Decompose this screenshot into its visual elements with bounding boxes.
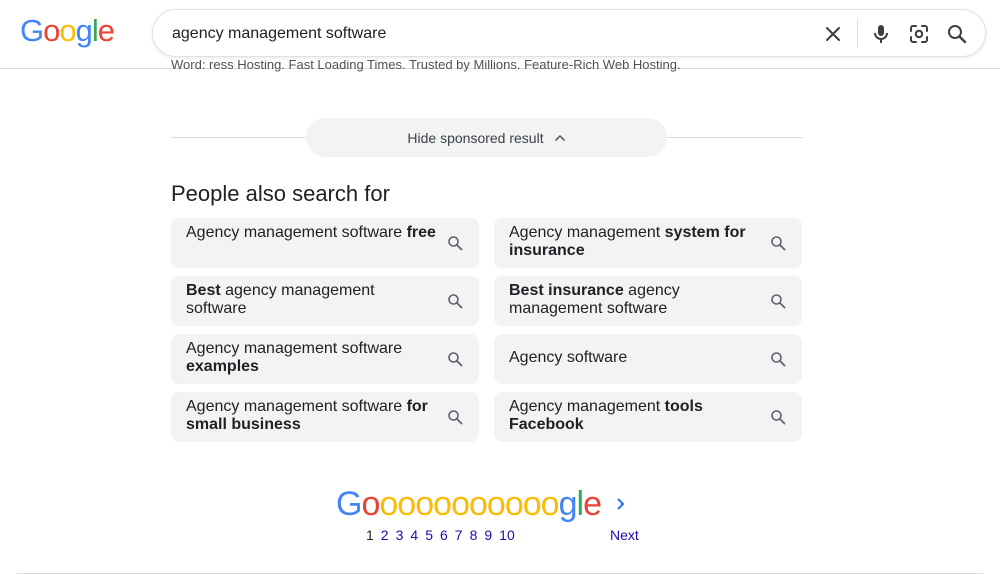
page-link[interactable]: 3	[396, 527, 404, 543]
pagination-numbers: 1 2 3 4 5 6 7 8 9 10	[366, 527, 522, 543]
bottom-divider	[17, 573, 983, 574]
page-link[interactable]: 7	[455, 527, 463, 543]
current-page: 1	[366, 527, 374, 543]
pagination-logo-letter: o	[486, 485, 506, 523]
chevron-up-icon	[554, 134, 565, 141]
logo-letter: G	[20, 13, 44, 48]
page-link[interactable]: 6	[440, 527, 448, 543]
related-search-chip[interactable]: Best insurance agency management softwar…	[494, 276, 802, 326]
pagination-logo-letter: o	[504, 485, 524, 523]
page-link[interactable]: 10	[499, 527, 515, 543]
divider-left	[171, 137, 306, 138]
pagination-logo-letter: o	[451, 485, 470, 523]
lens-icon[interactable]	[907, 22, 931, 46]
related-search-text: Agency management software free	[186, 224, 436, 242]
hide-sponsored-button[interactable]: Hide sponsored result	[306, 118, 667, 157]
pagination-logo-letter: o	[433, 485, 452, 523]
related-search-chip[interactable]: Agency management system for insurance	[494, 218, 802, 268]
next-page-link[interactable]: Next	[610, 527, 639, 543]
search-results-page: Google Word: ress Hosting. Fast Lo	[0, 0, 1000, 575]
related-search-chip[interactable]: Agency management software for small bus…	[171, 392, 479, 442]
related-search-text: Agency management software examples	[186, 340, 436, 376]
header-bar: Google	[0, 0, 1000, 69]
search-input[interactable]	[172, 23, 792, 45]
related-search-chip[interactable]: Agency software	[494, 334, 802, 384]
chevron-right-icon[interactable]	[614, 496, 628, 512]
search-icon	[448, 410, 463, 425]
search-icon[interactable]	[945, 22, 969, 46]
pagination-logo-letter: e	[583, 485, 602, 523]
search-box[interactable]	[152, 9, 986, 57]
related-search-bold-part: Best insurance	[509, 282, 624, 299]
search-icon	[771, 236, 786, 251]
logo-letter: e	[97, 13, 115, 48]
pagination-logo-letter: o	[468, 485, 488, 523]
search-box-divider	[857, 20, 858, 48]
search-icon	[448, 236, 463, 251]
page-link[interactable]: 2	[381, 527, 389, 543]
pagination-logo-letter: o	[397, 485, 416, 523]
pagination-logo-letter: o	[540, 485, 560, 523]
related-search-text: Best agency management software	[186, 282, 436, 318]
pagination-logo-letter: g	[558, 485, 578, 523]
page-link[interactable]: 4	[410, 527, 418, 543]
ad-snippet: Word: ress Hosting. Fast Loading Times. …	[171, 60, 681, 72]
related-search-text: Best insurance agency management softwar…	[509, 282, 759, 318]
divider-right	[667, 137, 803, 138]
related-search-bold-part: Best	[186, 282, 221, 299]
logo-letter: o	[59, 13, 76, 48]
page-link[interactable]: 9	[484, 527, 492, 543]
related-search-chip[interactable]: Best agency management software	[171, 276, 479, 326]
pagination-logo-letter: o	[415, 485, 434, 523]
related-search-text: Agency management system for insurance	[509, 224, 759, 260]
pagination-logo: Gooooooooooogle	[336, 484, 602, 524]
pagination-logo-letter: G	[336, 485, 362, 523]
search-icon	[771, 352, 786, 367]
hide-sponsored-label: Hide sponsored result	[407, 129, 544, 146]
related-search-text-part: Agency software	[509, 349, 628, 366]
related-search-bold-part: examples	[186, 358, 259, 375]
pagination-logo-letter: o	[361, 485, 380, 523]
page-link[interactable]: 5	[425, 527, 433, 543]
related-search-chip[interactable]: Agency management software free	[171, 218, 479, 268]
close-icon[interactable]	[821, 22, 845, 46]
related-search-text-part: Agency management software	[186, 224, 407, 241]
google-logo[interactable]: Google	[20, 11, 115, 51]
logo-letter: g	[75, 13, 93, 48]
related-search-text-part: Agency management	[509, 398, 665, 415]
related-search-text-part: Agency management software	[186, 398, 407, 415]
people-also-search-title: People also search for	[171, 181, 390, 206]
related-search-bold-part: free	[406, 224, 436, 241]
related-search-chip[interactable]: Agency management software examples	[171, 334, 479, 384]
related-search-text-part: Agency management software	[186, 340, 403, 357]
mic-icon[interactable]	[869, 22, 893, 46]
related-search-text: Agency management software for small bus…	[186, 398, 436, 434]
related-search-chip[interactable]: Agency management tools Facebook	[494, 392, 802, 442]
search-icon	[771, 410, 786, 425]
related-search-text: Agency management tools Facebook	[509, 398, 759, 434]
pagination-logo-letter: o	[522, 485, 542, 523]
page-link[interactable]: 8	[470, 527, 478, 543]
related-search-text: Agency software	[509, 349, 759, 367]
related-search-text-part: Agency management	[509, 224, 665, 241]
logo-letter: o	[43, 13, 60, 48]
search-icon	[448, 352, 463, 367]
pagination-logo-letter: o	[379, 485, 398, 523]
search-icon	[771, 294, 786, 309]
search-icon	[448, 294, 463, 309]
